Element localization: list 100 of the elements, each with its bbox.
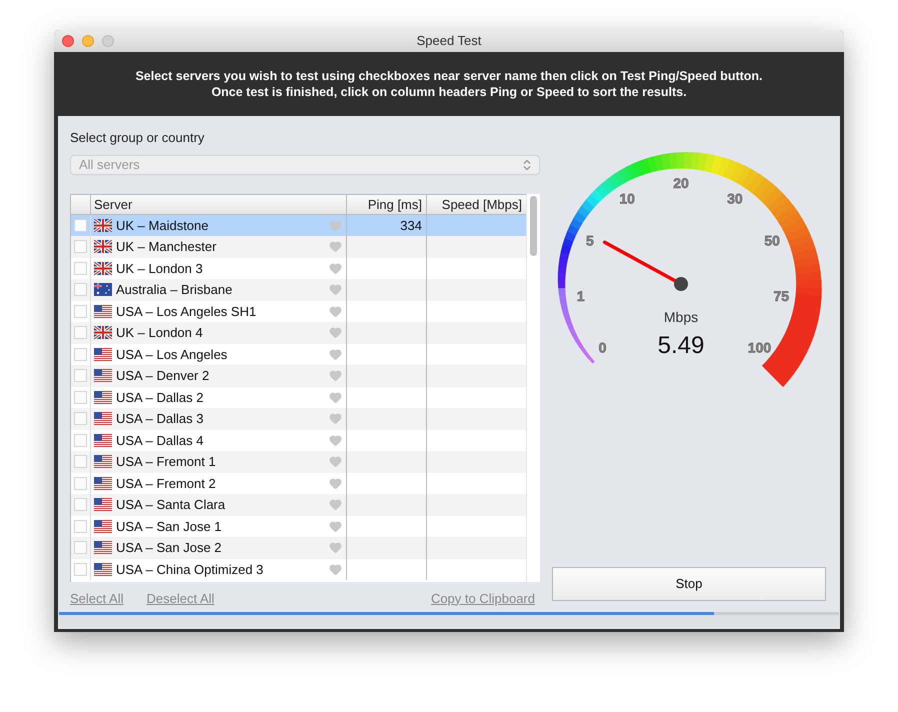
checkbox[interactable] <box>74 455 87 468</box>
server-name: UK – Manchester <box>116 238 218 256</box>
favorite-heart-icon[interactable] <box>329 434 342 447</box>
gauge-tick-label: 1 <box>576 288 585 304</box>
minimize-button[interactable] <box>82 35 94 47</box>
gauge-tick-label: 0 <box>598 340 606 356</box>
checkbox[interactable] <box>74 498 87 512</box>
instruction-text: Once test is finished, click on column headers Ping or Speed to sort the results. <box>211 84 687 100</box>
server-name: UK – London 4 <box>116 324 204 342</box>
server-name: USA – Los Angeles SH1 <box>116 302 258 321</box>
checkbox[interactable] <box>74 218 87 232</box>
server-name: USA – Dallas 3 <box>116 410 204 428</box>
favorite-heart-icon[interactable] <box>329 218 342 232</box>
flag-icon <box>94 348 112 361</box>
gauge-tick-label: 100 <box>748 340 772 356</box>
checkbox[interactable] <box>74 562 87 576</box>
server-row[interactable]: USA – China Optimized 3 <box>71 558 526 580</box>
gauge-tick-label: 5 <box>586 232 594 249</box>
server-name: UK – London 3 <box>116 260 204 278</box>
server-row[interactable]: UK – Maidstone 334 <box>71 214 526 236</box>
updown-chevron-icon <box>523 158 531 170</box>
checkbox[interactable] <box>74 412 87 426</box>
favorite-heart-icon[interactable] <box>329 240 342 254</box>
favorite-heart-icon[interactable] <box>329 455 342 468</box>
checkbox[interactable] <box>74 369 87 382</box>
unit-label: Mbps <box>664 309 698 325</box>
flag-icon <box>94 455 112 468</box>
flag-icon <box>94 434 112 447</box>
checkbox[interactable] <box>74 434 87 447</box>
favorite-heart-icon[interactable] <box>329 348 342 361</box>
checkbox[interactable] <box>74 520 87 533</box>
favorite-heart-icon[interactable] <box>329 262 342 275</box>
gauge-tick-label: 30 <box>727 190 743 207</box>
server-row[interactable]: USA – Dallas 4 <box>71 430 526 451</box>
dropdown-value: All servers <box>79 156 140 174</box>
checkbox[interactable] <box>74 304 87 318</box>
server-name: Australia – Brisbane <box>116 281 234 299</box>
gauge-tick-label: 75 <box>774 288 790 304</box>
column-header[interactable]: Speed [Mbps] <box>427 194 526 214</box>
server-name: USA – San Jose 2 <box>116 539 223 557</box>
flag-icon <box>94 562 112 576</box>
flag-icon <box>94 218 112 232</box>
favorite-heart-icon[interactable] <box>329 476 342 490</box>
favorite-heart-icon[interactable] <box>329 390 342 404</box>
favorite-heart-icon[interactable] <box>329 326 342 340</box>
server-name: USA – Santa Clara <box>116 496 226 514</box>
server-row[interactable]: USA – San Jose 1 <box>71 516 526 537</box>
server-name: USA – San Jose 1 <box>116 518 223 536</box>
flag-icon <box>94 369 112 382</box>
gauge-tick-label: 10 <box>619 190 635 207</box>
checkbox[interactable] <box>74 283 87 296</box>
checkbox[interactable] <box>74 326 87 340</box>
server-name: USA – Dallas 4 <box>116 432 204 450</box>
favorite-heart-icon[interactable] <box>329 304 342 318</box>
flag-icon <box>94 520 112 533</box>
column-header[interactable]: Ping [ms] <box>347 194 427 214</box>
flag-icon <box>94 476 112 490</box>
favorite-heart-icon[interactable] <box>329 369 342 382</box>
server-name: USA – Fremont 1 <box>116 453 217 471</box>
checkbox[interactable] <box>74 390 87 404</box>
favorite-heart-icon[interactable] <box>329 498 342 512</box>
server-row[interactable]: USA – Los Angeles <box>71 344 526 365</box>
checkbox[interactable] <box>74 348 87 361</box>
flag-icon <box>94 283 112 296</box>
checkbox[interactable] <box>74 541 87 554</box>
close-button[interactable] <box>62 35 74 47</box>
server-row[interactable]: USA – Denver 2 <box>71 365 526 386</box>
ping-value: 334 <box>400 216 422 234</box>
flag-icon <box>94 240 112 254</box>
favorite-heart-icon[interactable] <box>329 520 342 533</box>
server-row[interactable]: USA – Santa Clara <box>71 494 526 516</box>
server-row[interactable]: USA – Fremont 1 <box>71 451 526 472</box>
server-row[interactable]: USA – Fremont 2 <box>71 472 526 494</box>
server-row[interactable]: USA – Dallas 3 <box>71 408 526 430</box>
column-header[interactable]: Server <box>91 194 347 214</box>
scrollbar[interactable] <box>526 194 540 582</box>
flag-icon <box>94 390 112 404</box>
flag-icon <box>94 541 112 554</box>
instruction-text: Select servers you wish to test using checkboxes near server name then click on Test Ping/Speed button. <box>135 68 763 84</box>
server-row[interactable]: UK – London 4 <box>71 322 526 344</box>
server-name: USA – Dallas 2 <box>116 388 204 406</box>
favorite-heart-icon[interactable] <box>329 562 342 576</box>
server-row[interactable]: UK – London 3 <box>71 258 526 279</box>
checkbox[interactable] <box>74 240 87 254</box>
stop-button[interactable]: Stop <box>552 567 826 601</box>
favorite-heart-icon[interactable] <box>329 541 342 554</box>
checkbox[interactable] <box>74 476 87 490</box>
favorite-heart-icon[interactable] <box>329 283 342 296</box>
server-row[interactable]: UK – Manchester <box>71 236 526 258</box>
flag-icon <box>94 262 112 275</box>
gauge-tick-label: 20 <box>673 175 689 191</box>
server-row[interactable]: USA – San Jose 2 <box>71 537 526 558</box>
server-row[interactable]: Australia – Brisbane <box>71 279 526 300</box>
gauge-tick-label: 50 <box>764 232 780 249</box>
flag-icon <box>94 304 112 318</box>
window-title: Speed Test <box>416 32 482 50</box>
favorite-heart-icon[interactable] <box>329 412 342 426</box>
server-row[interactable]: USA – Los Angeles SH1 <box>71 300 526 322</box>
checkbox[interactable] <box>74 262 87 275</box>
server-row[interactable]: USA – Dallas 2 <box>71 386 526 408</box>
